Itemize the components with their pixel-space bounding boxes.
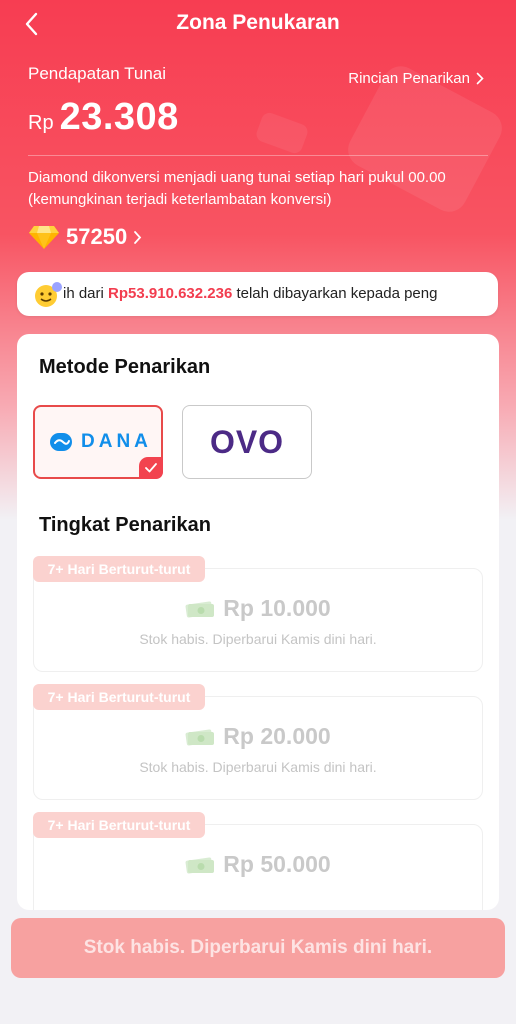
diamond-count: 57250 (66, 224, 128, 249)
method-dana-label: DANA (81, 431, 152, 452)
tier-card[interactable]: Rp 10.000 Stok habis. Diperbarui Kamis d… (33, 568, 483, 672)
conversion-note: Diamond dikonversi menjadi uang tunai se… (28, 169, 446, 208)
decorative-gem-small (254, 110, 310, 156)
tier-amount: Rp 50.000 (223, 851, 331, 877)
ticker-prefix: ih dari (63, 285, 109, 302)
tier-status: Stok habis. Diperbarui Kamis dini hari. (139, 631, 377, 647)
tier-status: Stok habis. Diperbarui Kamis dini hari. (139, 759, 377, 775)
tier-badge: 7+ Hari Berturut-turut (33, 812, 205, 838)
income-label: Pendapatan Tunai (28, 64, 167, 83)
tier-amount-row: Rp 20.000 (34, 723, 482, 750)
selected-check (139, 457, 163, 479)
chevron-right-icon (134, 230, 142, 244)
method-dana[interactable]: DANA (33, 405, 163, 479)
withdraw-method-title: Metode Penarikan (39, 356, 211, 378)
divider (28, 155, 488, 156)
withdraw-level-title: Tingkat Penarikan (39, 514, 211, 536)
tier-badge: 7+ Hari Berturut-turut (33, 556, 205, 582)
income-value: 23.308 (59, 96, 179, 138)
withdraw-card: Metode Penarikan DANA OVO Tingkat Penari… (17, 334, 499, 910)
ticker-text: ih dari Rp53.910.632.236 telah dibayarka… (63, 285, 493, 302)
tier-amount-row: Rp 10.000 (34, 595, 482, 622)
tier-badge: 7+ Hari Berturut-turut (33, 684, 205, 710)
method-ovo-label: OVO (209, 423, 285, 460)
page-title: Zona Penukaran (176, 11, 340, 34)
withdrawal-details-label: Rincian Penarikan (348, 70, 470, 87)
tier-amount: Rp 20.000 (223, 723, 331, 749)
ticker-amount: Rp53.910.632.236 (108, 285, 233, 302)
ticker-suffix: telah dibayarkan kepada peng (232, 285, 438, 302)
withdrawal-details-link[interactable]: Rincian Penarikan (348, 70, 484, 87)
cash-icon (185, 601, 215, 617)
top-bar: Zona Penukaran (0, 0, 516, 48)
diamond-balance[interactable]: 57250 (28, 224, 142, 250)
tier-amount: Rp 10.000 (223, 595, 331, 621)
income-amount: Rp 23.308 (28, 96, 179, 139)
chevron-right-icon (476, 72, 484, 85)
withdraw-button[interactable]: Stok habis. Diperbarui Kamis dini hari. (11, 918, 505, 978)
cash-icon (185, 729, 215, 745)
method-ovo[interactable]: OVO (182, 405, 312, 479)
emoji-icon (35, 282, 62, 307)
tier-amount-row: Rp 50.000 (34, 851, 482, 878)
checkmark-icon (145, 463, 157, 473)
payout-ticker: ih dari Rp53.910.632.236 telah dibayarka… (17, 272, 498, 316)
cash-icon (185, 857, 215, 873)
tier-card[interactable]: Rp 20.000 Stok habis. Diperbarui Kamis d… (33, 696, 483, 800)
currency-symbol: Rp (28, 112, 54, 134)
diamond-icon (29, 226, 59, 249)
